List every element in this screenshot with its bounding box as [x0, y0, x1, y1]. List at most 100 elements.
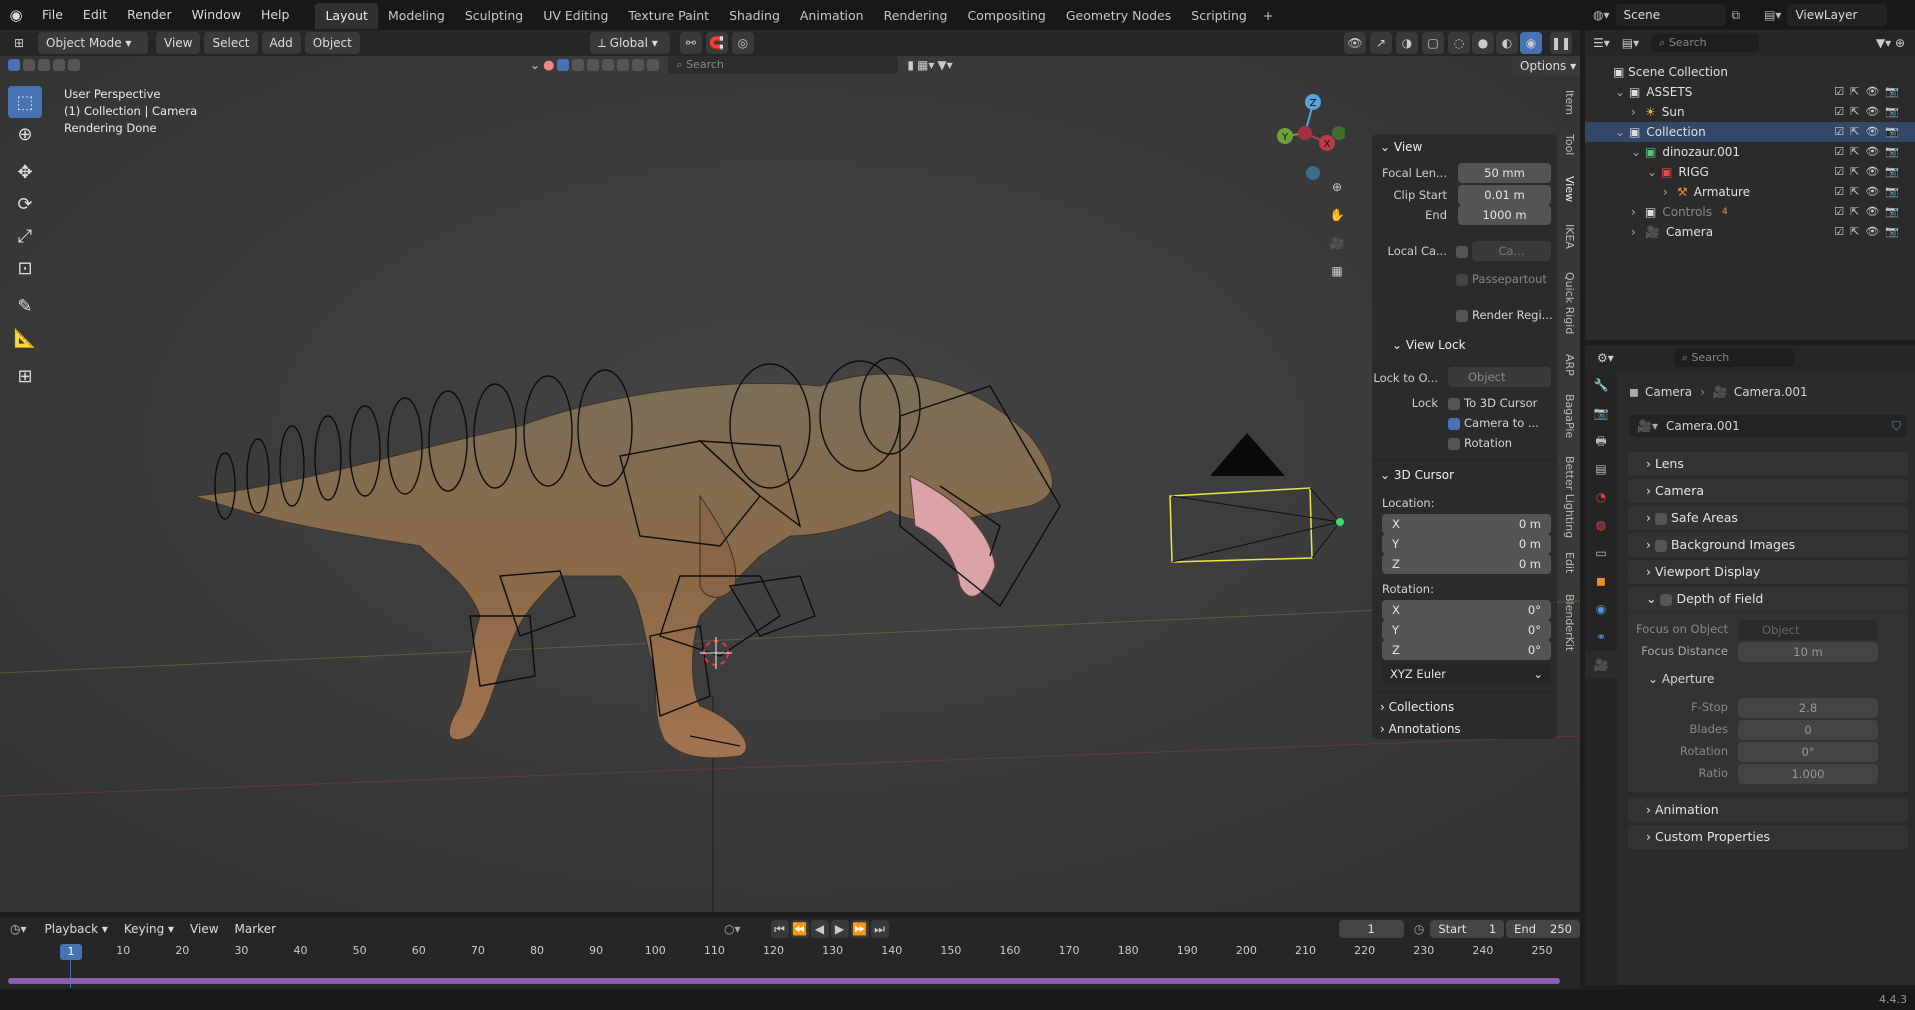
viewport-search-input[interactable]: ⌕ Search — [668, 56, 899, 74]
lock-to-cursor-checkbox[interactable] — [1448, 398, 1460, 410]
filter-empty-icon[interactable] — [617, 59, 630, 71]
expand-chevron-icon[interactable]: ⌄ — [1647, 162, 1661, 182]
output-tab-icon[interactable]: 🖶 — [1585, 427, 1617, 455]
select-subtract-icon[interactable] — [38, 59, 50, 71]
outliner-row-camera[interactable]: › 🎥 Camera ☑⇱👁📷 — [1585, 222, 1915, 242]
lock-to-object-field[interactable]: Object — [1448, 367, 1551, 387]
end-frame-field[interactable]: End 250 — [1506, 920, 1580, 938]
collection-tab-icon[interactable]: ▭ — [1585, 539, 1617, 567]
tab-layout[interactable]: Layout — [315, 3, 378, 29]
select-difference-icon[interactable] — [53, 59, 65, 71]
outliner-row-dinozaur-001[interactable]: ⌄ ▣ dinozaur.001 ☑⇱👁📷 — [1585, 142, 1915, 162]
object-tab-icon[interactable]: ◼ — [1585, 567, 1617, 595]
tab-uv-editing[interactable]: UV Editing — [533, 3, 618, 29]
sidetab-blenderkit[interactable]: BlenderKit — [1563, 594, 1576, 651]
filter-camera-icon[interactable] — [602, 59, 615, 71]
tab-rendering[interactable]: Rendering — [874, 3, 958, 29]
properties-search-input[interactable]: ⌕ Search — [1673, 349, 1794, 367]
blender-logo-icon[interactable]: ◉ — [0, 6, 32, 24]
object-mode-dropdown[interactable]: Object Mode ▾ — [38, 32, 148, 54]
annotate-tool-icon[interactable]: ✎ — [8, 290, 42, 322]
aperture-rotation-field[interactable]: 0° — [1738, 742, 1878, 762]
jump-keyframe-back-icon[interactable]: ⏪ — [790, 920, 809, 938]
start-frame-field[interactable]: Start 1 — [1430, 920, 1505, 938]
outliner-filter-icon[interactable]: ▼▾ ⊕ — [1876, 36, 1905, 50]
fake-user-icon[interactable]: ⛉ — [1892, 419, 1901, 434]
gizmo-toggle-icon[interactable]: ↗ — [1370, 32, 1392, 54]
menu-render[interactable]: Render — [117, 0, 182, 30]
cursor-rotation-x[interactable]: X 0° — [1382, 600, 1551, 620]
color-icon[interactable]: ● — [543, 58, 554, 73]
depth-of-field-section[interactable]: ⌄ Depth of Field — [1628, 587, 1908, 611]
menu-select[interactable]: Select — [204, 32, 258, 54]
background-images-checkbox[interactable] — [1654, 539, 1667, 552]
select-extend-icon[interactable] — [23, 59, 35, 71]
scene-collection-row[interactable]: ▣ Scene Collection — [1585, 62, 1915, 82]
3d-cursor-header[interactable]: ⌄ 3D Cursor — [1380, 468, 1454, 482]
render-tab-icon[interactable]: 📷 — [1585, 399, 1617, 427]
viewport-display-section[interactable]: › Viewport Display — [1628, 560, 1908, 584]
pan-hand-icon[interactable]: ✋ — [1326, 204, 1348, 226]
proportional-edit-icon[interactable]: ◎ — [731, 32, 754, 54]
select-intersect-icon[interactable] — [68, 59, 80, 71]
visibility-toggles[interactable]: ☑⇱👁📷 — [1834, 102, 1905, 122]
clip-start-field[interactable]: 0.01 m — [1458, 185, 1551, 205]
playhead-marker[interactable]: 1 — [60, 944, 82, 960]
view-layer-tab-icon[interactable]: ▤ — [1585, 455, 1617, 483]
expand-chevron-icon[interactable]: › — [1631, 202, 1645, 222]
visibility-toggles[interactable]: ☑⇱👁📷 — [1834, 202, 1905, 222]
visibility-toggles[interactable]: ☑⇱👁📷 — [1834, 182, 1905, 202]
menu-view[interactable]: View — [156, 32, 201, 54]
visibility-toggles[interactable]: ☑⇱👁📷 — [1834, 82, 1905, 102]
render-region-checkbox[interactable] — [1456, 310, 1468, 322]
timer-icon[interactable]: ◷ — [1414, 922, 1424, 936]
expand-chevron-icon[interactable]: ⌄ — [1615, 82, 1629, 102]
fstop-field[interactable]: 2.8 — [1738, 698, 1878, 718]
tab-sculpting[interactable]: Sculpting — [455, 3, 533, 29]
cursor-tool-icon[interactable]: ⊕ — [8, 118, 42, 150]
camera-data-tab-icon[interactable]: 🎥 — [1585, 651, 1617, 679]
outliner-row-rigg[interactable]: ⌄ ▣ RIGG ☑⇱👁📷 — [1585, 162, 1915, 182]
outliner-row-collection[interactable]: ⌄ ▣ Collection ☑⇱👁📷 — [1585, 122, 1915, 142]
pivot-icon[interactable]: ⚯ — [679, 32, 702, 54]
focus-distance-field[interactable]: 10 m — [1738, 642, 1878, 662]
filter-curve-icon[interactable] — [572, 59, 585, 71]
clip-end-field[interactable]: 1000 m — [1458, 205, 1551, 225]
focal-length-field[interactable]: 50 mm — [1458, 163, 1551, 183]
view-panel-header[interactable]: ⌄ View — [1380, 140, 1422, 154]
constraints-tab-icon[interactable]: ⚭ — [1585, 623, 1617, 651]
outliner-editor-icon[interactable]: ☰▾ — [1593, 36, 1610, 50]
menu-timeline-view[interactable]: View — [182, 918, 226, 940]
annotations-panel-header[interactable]: › Annotations — [1380, 722, 1461, 736]
camera-datablock-selector[interactable]: 🎥▾ Camera.001 ⛉ — [1629, 415, 1907, 437]
zoom-icon[interactable]: ⊕ — [1326, 176, 1348, 198]
timeline-editor-icon[interactable]: ◷▾ — [10, 922, 27, 936]
select-new-icon[interactable] — [8, 59, 20, 71]
properties-editor-icon[interactable]: ⚙▾ — [1597, 351, 1614, 365]
tool-tab-icon[interactable]: 🔧 — [1585, 371, 1617, 399]
background-images-section[interactable]: › Background Images — [1628, 533, 1908, 557]
visibility-toggles[interactable]: ☑⇱👁📷 — [1834, 142, 1905, 162]
expand-chevron-icon[interactable]: › — [1631, 222, 1645, 242]
sidetab-tool[interactable]: Tool — [1563, 134, 1576, 155]
sidetab-view[interactable]: View — [1563, 176, 1576, 202]
animation-section[interactable]: › Animation — [1628, 798, 1908, 822]
outliner-row-armature[interactable]: › ⚒ Armature ☑⇱👁📷 — [1585, 182, 1915, 202]
menu-help[interactable]: Help — [251, 0, 300, 30]
camera-view-icon[interactable]: 🎥 — [1326, 232, 1348, 254]
pause-render-icon[interactable]: ❚❚ — [1550, 32, 1572, 54]
visibility-toggles[interactable]: ☑⇱👁📷 — [1834, 222, 1905, 242]
scene-tab-icon[interactable]: ◔ — [1585, 483, 1617, 511]
cursor-location-x[interactable]: X 0 m — [1382, 514, 1551, 534]
aperture-subpanel[interactable]: ⌄ Aperture — [1648, 672, 1714, 686]
depth-of-field-checkbox[interactable] — [1660, 593, 1673, 606]
layout-icon[interactable]: ▦▾ — [917, 58, 934, 72]
sidetab-quick-rigid[interactable]: Quick Rigid — [1563, 272, 1576, 334]
menu-add[interactable]: Add — [261, 32, 301, 54]
world-tab-icon[interactable]: ◍ — [1585, 511, 1617, 539]
menu-playback[interactable]: Playback ▾ — [37, 918, 116, 940]
3d-viewport[interactable]: ⬚ ⊕ ✥ ⟳ ⤢ ⊡ ✎ 📐 ⊞ User Perspective (1) C… — [0, 56, 1580, 912]
lock-rotation-checkbox[interactable] — [1448, 438, 1460, 450]
rotate-tool-icon[interactable]: ⟳ — [8, 188, 42, 220]
menu-edit[interactable]: Edit — [73, 0, 117, 30]
